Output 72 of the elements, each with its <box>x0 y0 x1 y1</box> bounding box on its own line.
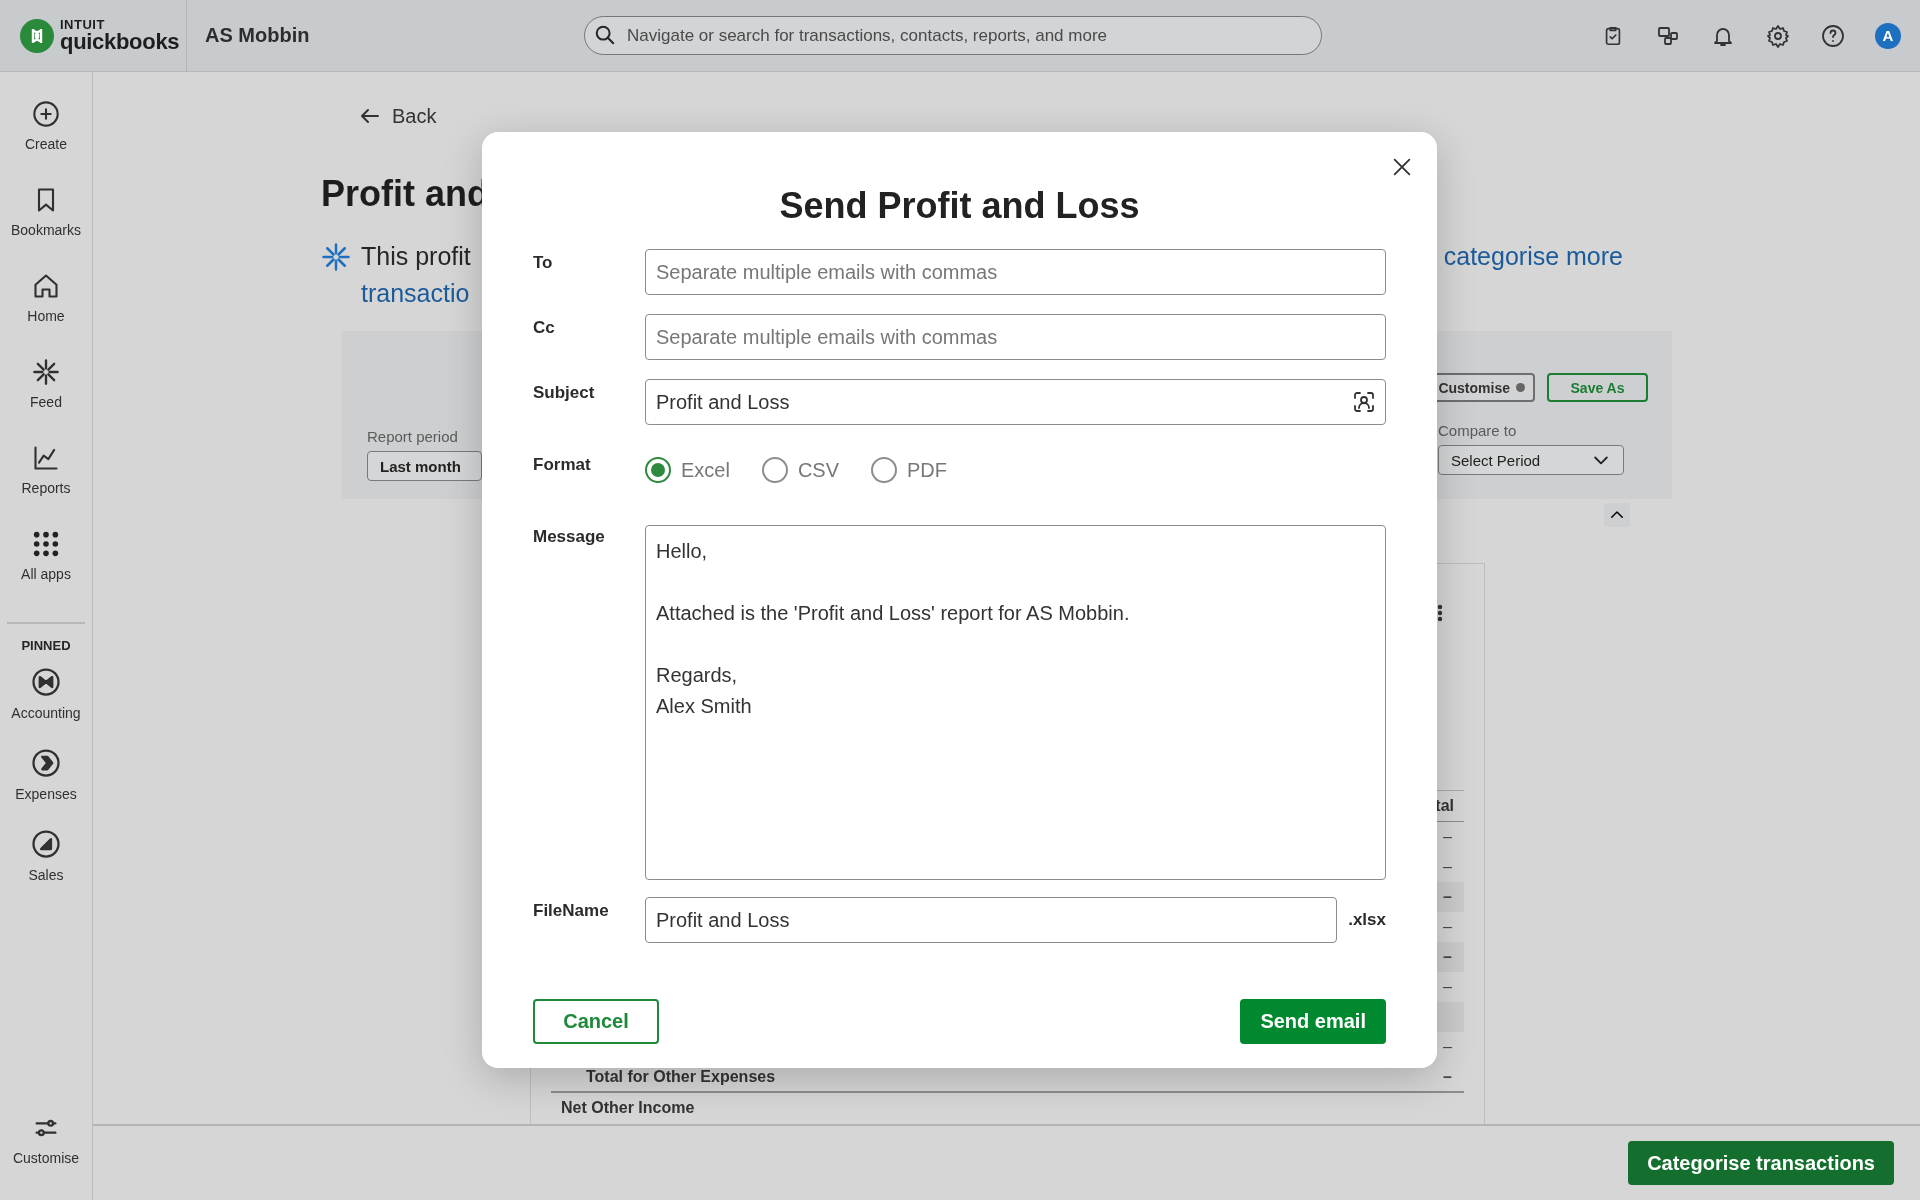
input-field[interactable]: Separate multiple emails with commas <box>645 249 1386 295</box>
cancel-button[interactable]: Cancel <box>533 999 659 1044</box>
close-icon[interactable] <box>1391 156 1413 178</box>
field-label: Format <box>533 454 592 475</box>
input-field[interactable]: Profit and Loss <box>645 379 1386 425</box>
amount-cell: – <box>1443 918 1452 936</box>
amount-cell: – <box>1443 1067 1452 1086</box>
row-label: Net Other Income <box>561 1098 695 1117</box>
row-label: Total for Other Expenses <box>586 1067 776 1086</box>
categorise-button[interactable]: Categorise transactions <box>1628 1141 1894 1185</box>
bar-circle-icon <box>31 829 61 859</box>
dialog-title: Send Profit and Loss <box>778 185 1141 227</box>
collapse-button[interactable] <box>1604 503 1630 527</box>
field-label: To <box>533 252 554 273</box>
sidebar-item[interactable]: All apps <box>0 530 93 616</box>
sidebar-item[interactable]: Reports <box>0 444 93 530</box>
back-link[interactable]: Back <box>358 104 437 128</box>
person-scan-icon[interactable] <box>1352 390 1376 414</box>
settings-icon[interactable] <box>1765 22 1791 49</box>
grid-dots-icon <box>32 530 60 558</box>
plus-circle-icon <box>32 100 60 128</box>
bowtie-circle-icon <box>31 667 61 697</box>
input-field[interactable]: Separate multiple emails with commas <box>645 314 1386 360</box>
amount-cell: – <box>1443 828 1452 846</box>
sidebar-item[interactable]: Create <box>0 100 93 186</box>
sidebar-item[interactable]: Feed <box>0 358 93 444</box>
notice-link[interactable]: transactio <box>361 279 471 308</box>
file-extension: .xlsx <box>1348 909 1386 930</box>
field-label: Report period <box>367 428 459 445</box>
amount-cell: – <box>1443 888 1452 906</box>
format-radio[interactable]: PDF <box>871 457 948 483</box>
message-field[interactable]: Hello, Attached is the 'Profit and Loss' report for AS Mobbin. Regards, Alex Smith <box>645 525 1386 880</box>
format-radio[interactable]: Excel <box>645 457 730 483</box>
chevron-circle-icon <box>31 748 61 778</box>
more-options-icon[interactable] <box>1437 604 1443 622</box>
home-icon <box>32 272 60 300</box>
search-field[interactable]: Navigate or search for transactions, contacts, reports, and more <box>584 16 1322 55</box>
field-label: FileName <box>533 900 610 921</box>
report-period-dropdown[interactable]: Last month <box>367 451 482 481</box>
brand-tagline: INTUIT <box>60 18 106 31</box>
sidebar-item[interactable]: Home <box>0 272 93 358</box>
logo-icon <box>20 18 54 53</box>
search-icon <box>594 24 616 46</box>
amount-cell: – <box>1443 948 1452 966</box>
brand-name: quickbooks <box>60 31 180 53</box>
line-chart-icon <box>32 444 60 472</box>
customise-button[interactable]: Customise <box>0 1114 93 1200</box>
sidebar-item[interactable]: Accounting <box>0 667 93 748</box>
compare-dropdown[interactable]: Select Period <box>1438 445 1624 475</box>
status-dot-icon <box>1516 383 1525 392</box>
sidebar-item[interactable]: Sales <box>0 829 93 910</box>
format-radio[interactable]: CSV <box>761 457 840 483</box>
avatar[interactable]: A <box>1875 22 1901 49</box>
sidebar-item[interactable]: Bookmarks <box>0 186 93 272</box>
field-label: Cc <box>533 317 556 338</box>
field-label: Message <box>533 526 606 547</box>
amount-cell: – <box>1443 858 1452 876</box>
section-heading: PINNED <box>21 638 71 653</box>
input-field[interactable]: Profit and Loss <box>645 897 1338 943</box>
notice-text: This profit <box>361 242 471 271</box>
amount-cell: – <box>1443 978 1452 996</box>
company-name: AS Mobbin <box>205 24 311 47</box>
help-icon[interactable] <box>1820 22 1846 49</box>
field-label: Subject <box>533 382 596 403</box>
notice-link[interactable]: categorise more <box>1443 242 1623 308</box>
sidebar-item[interactable]: Expenses <box>0 748 93 829</box>
sparkle-icon <box>321 242 351 272</box>
amount-cell: – <box>1443 1038 1452 1056</box>
field-label: Compare to <box>1438 422 1518 439</box>
send-email-button[interactable]: Send email <box>1240 999 1386 1044</box>
sparkle-icon <box>32 358 60 386</box>
column-heading: tal <box>1435 797 1454 815</box>
